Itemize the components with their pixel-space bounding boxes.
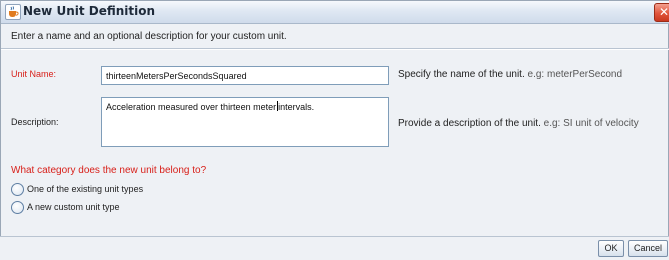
- radio-new-custom-unit-type[interactable]: A new custom unit type: [11, 201, 211, 214]
- category-question: What category does the new unit belong t…: [11, 165, 207, 176]
- close-button[interactable]: ✕: [654, 3, 669, 22]
- unit-name-label: Unit Name:: [11, 69, 57, 79]
- ok-button[interactable]: OK: [598, 240, 624, 257]
- button-bar: [0, 237, 669, 260]
- title-bar[interactable]: New Unit Definition ✕: [1, 1, 669, 24]
- description-textarea[interactable]: Acceleration measured over thirteen mete…: [101, 97, 389, 147]
- description-hint-example: e.g: SI unit of velocity: [543, 118, 639, 129]
- intro-text: Enter a name and an optional description…: [11, 31, 287, 42]
- description-text-before-caret: Acceleration measured over thirteen mete…: [106, 102, 277, 112]
- unit-name-hint: Specify the name of the unit. e.g: meter…: [398, 69, 622, 80]
- dialog-title: New Unit Definition: [23, 4, 156, 18]
- radio-existing-unit-type-label: One of the existing unit types: [27, 184, 144, 194]
- new-unit-dialog: New Unit Definition ✕ Enter a name and a…: [0, 0, 669, 244]
- radio-button-icon[interactable]: [11, 183, 24, 196]
- radio-new-custom-unit-type-label: A new custom unit type: [27, 202, 120, 212]
- radio-existing-unit-type[interactable]: One of the existing unit types: [11, 183, 211, 196]
- cancel-button[interactable]: Cancel: [628, 240, 668, 257]
- description-hint: Provide a description of the unit. e.g: …: [398, 118, 639, 129]
- description-hint-text: Provide a description of the unit.: [398, 118, 541, 129]
- unit-name-hint-example: e.g: meterPerSecond: [527, 69, 623, 80]
- description-label: Description:: [11, 117, 59, 127]
- description-text-after-caret: intervals.: [278, 102, 315, 112]
- close-icon: ✕: [658, 5, 669, 19]
- top-divider: [1, 48, 669, 50]
- java-cup-icon: [5, 4, 21, 20]
- unit-name-input[interactable]: thirteenMetersPerSecondsSquared: [101, 66, 389, 85]
- unit-name-hint-text: Specify the name of the unit.: [398, 69, 525, 80]
- radio-button-icon[interactable]: [11, 201, 24, 214]
